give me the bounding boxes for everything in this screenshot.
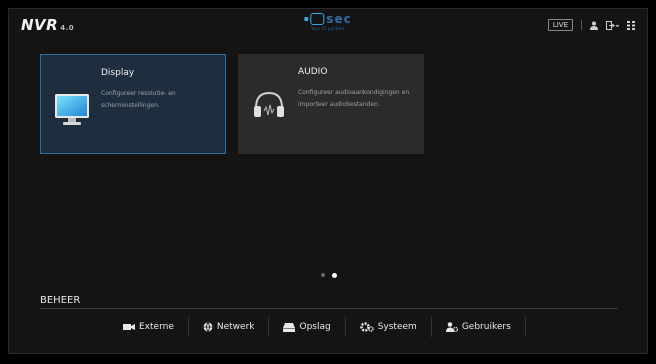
- logo-text: NVR: [21, 16, 59, 34]
- nav-netwerk[interactable]: Netwerk: [187, 317, 269, 337]
- nav-opslag[interactable]: Opslag: [268, 317, 344, 337]
- page-indicator: [321, 272, 337, 278]
- card-display[interactable]: Display Configureer resolutie- en scherm…: [40, 54, 226, 154]
- nav-systeem[interactable]: Systeem: [344, 317, 431, 337]
- logo-version: 4.0: [60, 24, 75, 32]
- section-divider: [40, 308, 618, 309]
- grid-menu-icon[interactable]: [627, 20, 635, 30]
- nav-gebruikers-label: Gebruikers: [461, 322, 511, 332]
- logout-icon[interactable]: [606, 20, 619, 30]
- nav-systeem-label: Systeem: [377, 322, 417, 332]
- headphones-icon: [251, 88, 287, 126]
- brand-tagline: Your IT partner: [310, 26, 346, 31]
- app-window: NVR 4.0 sec Your IT partner LIVE Display…: [8, 8, 648, 354]
- brand-box-icon: [310, 13, 325, 25]
- nvr-logo: NVR 4.0: [21, 16, 74, 34]
- nav-externe[interactable]: Externe: [109, 317, 188, 337]
- card-audio-description: Configureer audioaankondigingen en impor…: [298, 89, 410, 108]
- gears-icon: [359, 322, 374, 332]
- camera-icon: [123, 323, 135, 331]
- globe-icon: [203, 322, 213, 332]
- brand-logo: sec Your IT partner: [304, 12, 351, 31]
- card-display-title: Display: [101, 68, 135, 78]
- storage-icon: [283, 322, 296, 332]
- card-audio-title: AUDIO: [298, 67, 328, 77]
- toolbar-divider: [581, 20, 582, 30]
- user-settings-icon: [445, 322, 458, 332]
- page-dot-1[interactable]: [321, 273, 325, 277]
- monitor-icon: [54, 93, 90, 131]
- top-right-toolbar: LIVE: [547, 19, 635, 31]
- user-icon[interactable]: [590, 21, 598, 30]
- top-bar: NVR 4.0 sec Your IT partner LIVE: [9, 9, 647, 41]
- page-dot-2[interactable]: [332, 272, 337, 278]
- management-nav: Externe Netwerk Opslag Systeem Gebruiker…: [109, 317, 526, 337]
- brand-dot-icon: [304, 17, 309, 21]
- nav-opslag-label: Opslag: [299, 322, 331, 332]
- card-audio[interactable]: AUDIO Configureer audioaankondigingen en…: [238, 54, 424, 154]
- card-display-description: Configureer resolutie- en scherminstelli…: [101, 90, 176, 109]
- nav-gebruikers[interactable]: Gebruikers: [430, 317, 526, 337]
- live-button[interactable]: LIVE: [547, 19, 573, 31]
- brand-text: sec: [326, 12, 352, 26]
- section-title: BEHEER: [40, 295, 81, 306]
- nav-externe-label: Externe: [139, 322, 174, 332]
- nav-netwerk-label: Netwerk: [216, 322, 255, 332]
